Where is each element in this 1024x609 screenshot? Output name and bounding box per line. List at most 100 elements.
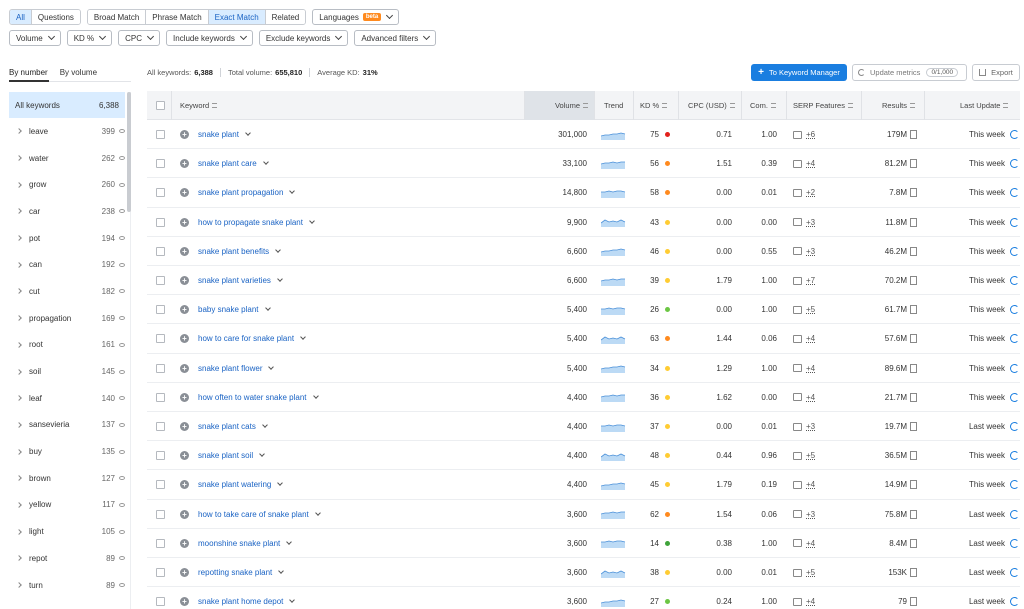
row-checkbox[interactable] [156, 246, 165, 256]
keyword-link[interactable]: snake plant watering [198, 480, 271, 489]
keyword-link[interactable]: snake plant care [198, 159, 257, 168]
refresh-icon[interactable] [1010, 451, 1019, 461]
chevron-down-icon[interactable] [262, 159, 269, 166]
header-volume[interactable]: Volume [524, 91, 594, 120]
eye-icon[interactable] [119, 182, 125, 187]
refresh-icon[interactable] [1010, 363, 1019, 373]
tab-all[interactable]: All [10, 10, 32, 24]
tab-questions[interactable]: Questions [31, 10, 80, 24]
row-checkbox[interactable] [156, 509, 165, 519]
add-to-list-icon[interactable]: + [180, 480, 189, 490]
eye-icon[interactable] [119, 209, 125, 214]
sidebar-item-group[interactable]: leaf 140 [9, 385, 125, 412]
eye-icon[interactable] [119, 449, 125, 454]
eye-icon[interactable] [119, 369, 125, 374]
chevron-down-icon[interactable] [259, 451, 265, 458]
tab-by-volume[interactable]: By volume [60, 68, 97, 77]
serp-features-more[interactable]: +4 [806, 393, 815, 402]
sidebar-item-group[interactable]: car 238 [9, 198, 125, 225]
refresh-icon[interactable] [1010, 597, 1019, 607]
keyword-link[interactable]: moonshine snake plant [198, 539, 280, 548]
serp-features-more[interactable]: +7 [806, 276, 815, 285]
eye-icon[interactable] [119, 583, 125, 588]
refresh-icon[interactable] [1010, 480, 1019, 490]
add-to-list-icon[interactable]: + [180, 276, 189, 285]
chevron-down-icon[interactable] [277, 276, 283, 282]
keyword-link[interactable]: snake plant propagation [198, 188, 283, 197]
sidebar-item-group[interactable]: leave 399 [9, 118, 125, 145]
header-cpc[interactable]: CPC (USD) [688, 91, 735, 120]
refresh-icon[interactable] [1010, 159, 1019, 169]
sidebar-item-all-keywords[interactable]: All keywords 6,388 [9, 92, 125, 118]
serp-document-icon[interactable] [910, 538, 917, 548]
eye-icon[interactable] [119, 129, 125, 134]
row-checkbox[interactable] [156, 130, 165, 139]
serp-document-icon[interactable] [910, 392, 917, 402]
add-to-list-icon[interactable]: + [180, 246, 189, 256]
keyword-link[interactable]: snake plant cats [198, 422, 256, 431]
refresh-icon[interactable] [1010, 188, 1019, 198]
tab-broad-match[interactable]: Broad Match [87, 10, 147, 24]
serp-features-more[interactable]: +6 [806, 130, 815, 139]
select-all-checkbox[interactable] [156, 101, 165, 110]
keyword-link[interactable]: snake plant home depot [198, 597, 283, 606]
eye-icon[interactable] [119, 396, 125, 401]
row-checkbox[interactable] [156, 538, 165, 548]
keyword-link[interactable]: how often to water snake plant [198, 393, 307, 402]
eye-icon[interactable] [119, 422, 125, 427]
serp-document-icon[interactable] [910, 217, 917, 227]
eye-icon[interactable] [119, 502, 125, 507]
serp-document-icon[interactable] [910, 568, 917, 577]
eye-icon[interactable] [119, 316, 125, 321]
eye-icon[interactable] [119, 262, 125, 267]
refresh-icon[interactable] [1010, 276, 1019, 285]
keyword-link[interactable]: baby snake plant [198, 305, 259, 314]
add-to-list-icon[interactable]: + [180, 538, 189, 548]
sidebar-item-group[interactable]: pot 194 [9, 225, 125, 252]
row-checkbox[interactable] [156, 422, 165, 431]
serp-document-icon[interactable] [910, 363, 917, 373]
eye-icon[interactable] [119, 529, 125, 534]
refresh-icon[interactable] [1010, 392, 1019, 402]
keyword-link[interactable]: snake plant [198, 130, 239, 139]
chevron-down-icon[interactable] [300, 334, 306, 341]
sidebar-item-group[interactable]: sansevieria 137 [9, 412, 125, 439]
header-kd[interactable]: KD % [640, 91, 668, 120]
keyword-link[interactable]: repotting snake plant [198, 568, 272, 577]
add-to-list-icon[interactable]: + [180, 597, 189, 607]
chevron-down-icon[interactable] [312, 392, 319, 399]
refresh-icon[interactable] [1010, 217, 1019, 227]
row-checkbox[interactable] [156, 188, 165, 198]
refresh-icon[interactable] [1010, 538, 1019, 548]
serp-document-icon[interactable] [910, 159, 917, 169]
refresh-icon[interactable] [1010, 246, 1019, 256]
serp-features-more[interactable]: +4 [806, 334, 815, 343]
add-to-list-icon[interactable]: + [180, 568, 189, 577]
serp-document-icon[interactable] [910, 188, 917, 198]
add-to-list-icon[interactable]: + [180, 509, 189, 519]
serp-features-more[interactable]: +5 [806, 451, 815, 460]
row-checkbox[interactable] [156, 597, 165, 607]
languages-dropdown[interactable]: Languages beta [312, 9, 400, 25]
keyword-link[interactable]: snake plant soil [198, 451, 253, 460]
chevron-down-icon[interactable] [261, 422, 268, 428]
sidebar-item-group[interactable]: yellow 117 [9, 492, 125, 519]
keyword-link[interactable]: how to take care of snake plant [198, 510, 309, 519]
serp-document-icon[interactable] [910, 246, 917, 256]
add-to-list-icon[interactable]: + [180, 130, 189, 139]
serp-features-more[interactable]: +3 [806, 422, 815, 431]
serp-features-more[interactable]: +3 [806, 218, 815, 227]
sidebar-item-group[interactable]: water 262 [9, 145, 125, 172]
eye-icon[interactable] [119, 236, 125, 241]
volume-filter[interactable]: Volume [9, 30, 61, 46]
serp-features-more[interactable]: +4 [806, 364, 815, 373]
eye-icon[interactable] [119, 289, 125, 294]
cpc-filter[interactable]: CPC [118, 30, 161, 46]
chevron-down-icon[interactable] [278, 568, 285, 574]
advanced-filters[interactable]: Advanced filters [354, 30, 437, 46]
eye-icon[interactable] [119, 556, 125, 561]
serp-document-icon[interactable] [910, 422, 917, 431]
sidebar-item-group[interactable]: buy 135 [9, 438, 125, 465]
sidebar-item-group[interactable]: can 192 [9, 251, 125, 278]
sidebar-item-group[interactable]: cut 182 [9, 278, 125, 305]
